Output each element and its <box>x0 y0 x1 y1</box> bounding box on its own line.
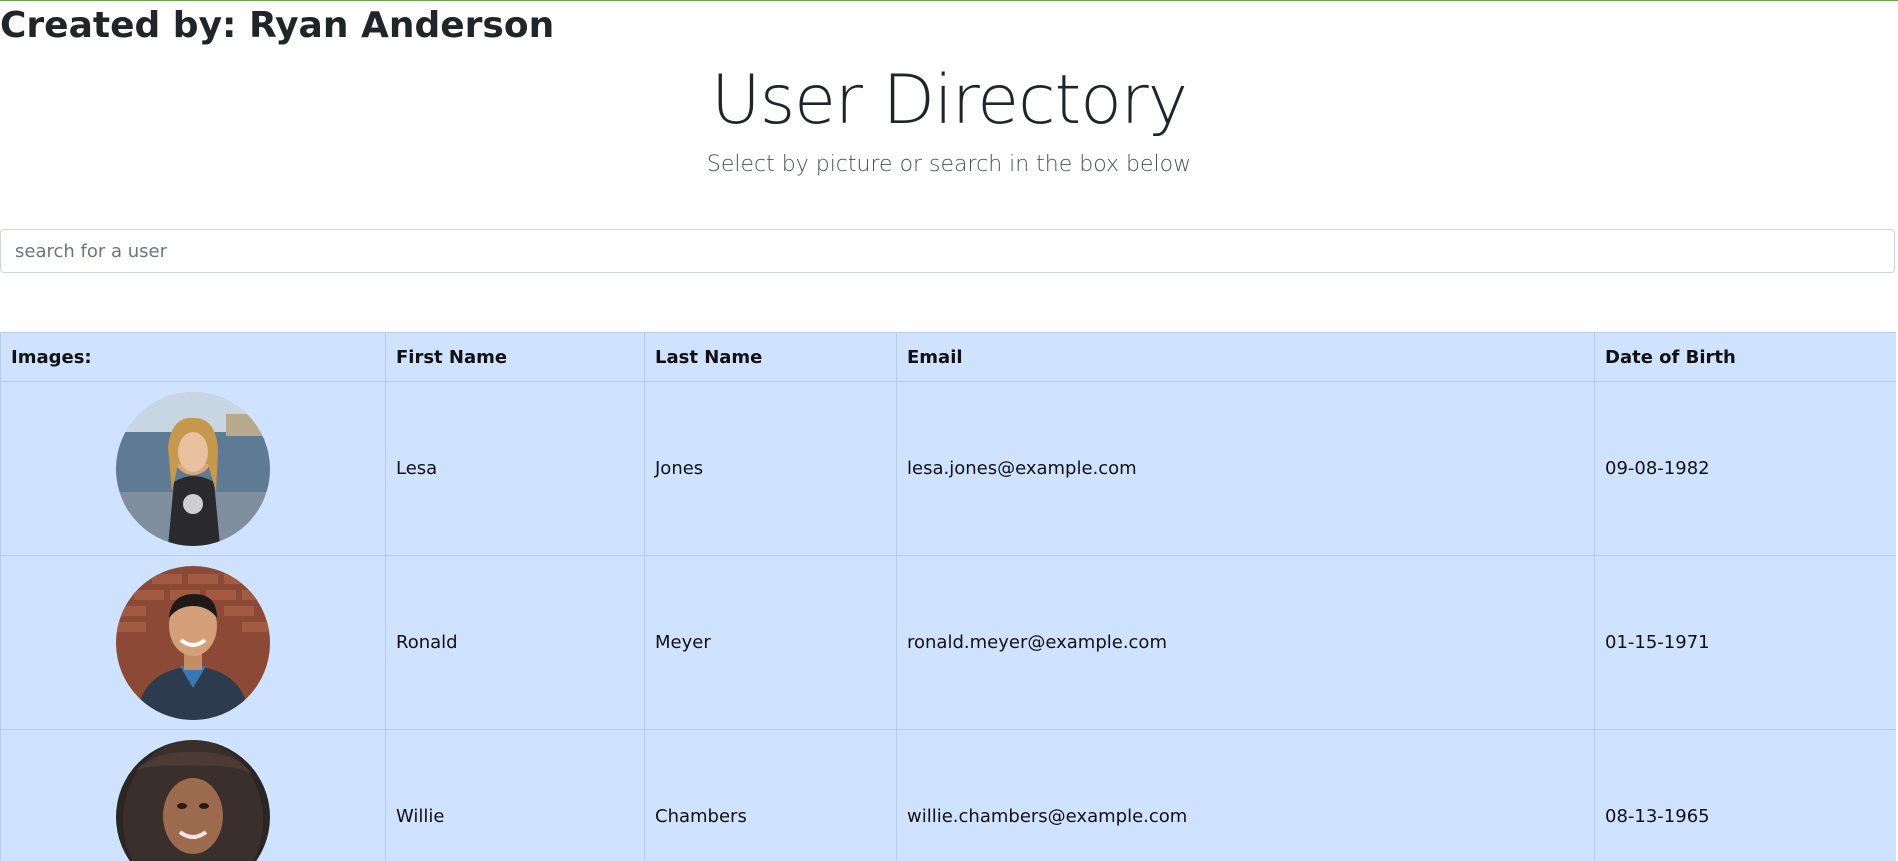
table-row: Willie Chambers willie.chambers@example.… <box>0 729 1896 861</box>
user-avatar[interactable] <box>116 565 270 720</box>
column-header-first-name[interactable]: First Name <box>385 332 645 382</box>
email-cell: ronald.meyer@example.com <box>896 555 1595 730</box>
dob-cell: 01-15-1971 <box>1594 555 1896 730</box>
table-header-row: Images: First Name Last Name Email Date … <box>0 332 1896 382</box>
first-name-cell: Ronald <box>385 555 645 730</box>
column-header-date-of-birth[interactable]: Date of Birth <box>1594 332 1896 382</box>
user-table: Images: First Name Last Name Email Date … <box>0 332 1896 861</box>
user-avatar[interactable] <box>116 391 270 546</box>
dob-cell: 08-13-1965 <box>1594 729 1896 861</box>
table-row: Ronald Meyer ronald.meyer@example.com 01… <box>0 555 1896 730</box>
column-header-last-name[interactable]: Last Name <box>644 332 897 382</box>
first-name-cell: Lesa <box>385 381 645 556</box>
image-cell <box>0 729 386 861</box>
last-name-cell: Chambers <box>644 729 897 861</box>
last-name-cell: Meyer <box>644 555 897 730</box>
image-cell <box>0 555 386 730</box>
page-title: User Directory <box>710 61 1188 140</box>
search-input[interactable] <box>0 229 1895 273</box>
last-name-cell: Jones <box>644 381 897 556</box>
user-avatar[interactable] <box>116 739 270 861</box>
email-cell: lesa.jones@example.com <box>896 381 1595 556</box>
creator-credit: Created by: Ryan Anderson <box>0 5 555 46</box>
table-row: Lesa Jones lesa.jones@example.com 09-08-… <box>0 381 1896 556</box>
email-cell: willie.chambers@example.com <box>896 729 1595 861</box>
top-accent-line <box>0 0 1898 1</box>
user-table-container: Images: First Name Last Name Email Date … <box>0 332 1896 861</box>
dob-cell: 09-08-1982 <box>1594 381 1896 556</box>
column-header-email[interactable]: Email <box>896 332 1595 382</box>
image-cell <box>0 381 386 556</box>
page-subtitle: Select by picture or search in the box b… <box>706 152 1192 177</box>
column-header-images[interactable]: Images: <box>0 332 386 382</box>
first-name-cell: Willie <box>385 729 645 861</box>
